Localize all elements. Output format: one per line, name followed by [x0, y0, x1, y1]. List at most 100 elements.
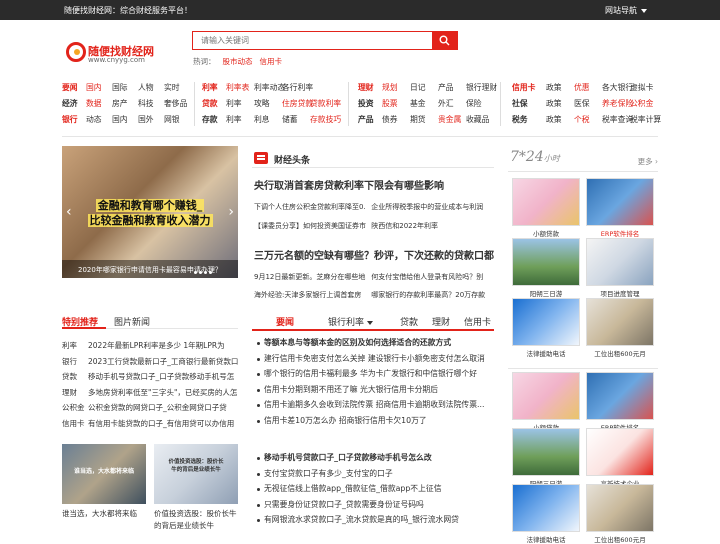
list-category[interactable]: 贷款 — [62, 371, 88, 382]
headline-sub[interactable]: 陕西信和2022年利率 — [371, 219, 486, 234]
nav-link[interactable]: 投资 — [358, 98, 378, 109]
site-logo[interactable]: 随便找财经网 www.cnyyg.com — [66, 42, 156, 66]
slider-next-icon[interactable]: › — [228, 204, 234, 220]
search-button[interactable] — [432, 32, 457, 49]
ad-card[interactable]: 阳朔三日游 — [512, 238, 580, 298]
list-title[interactable]: 公积金贷款的网贷口子_公积金网贷口子贷 — [88, 403, 227, 412]
list-item[interactable]: 公积金 公积金贷款的网贷口子_公积金网贷口子贷 — [62, 402, 238, 418]
nav-link[interactable]: 贷款利率 — [310, 98, 341, 109]
headline-sub[interactable]: 【课委员分享】如何投资美国证券市 — [254, 219, 369, 234]
nav-link[interactable]: 奢侈品 — [164, 98, 190, 109]
nav-link[interactable]: 政策 — [546, 82, 574, 93]
ad-card[interactable]: 工位出租600元月 — [586, 298, 654, 358]
news-item[interactable]: 建行信用卡免密支付怎么关掉 建设银行卡小额免密支付怎么取消 — [256, 353, 496, 369]
news-item[interactable]: 无视征信线上借款app_借款征信_借款app不上征信 — [256, 483, 496, 499]
nav-link[interactable]: 公积金 — [630, 98, 658, 109]
nav-link[interactable]: 规划 — [382, 82, 410, 93]
nav-link[interactable]: 股票 — [382, 98, 410, 109]
tab-finance[interactable]: 理财 — [432, 315, 450, 328]
nav-link[interactable]: 政策 — [546, 114, 574, 125]
nav-link[interactable]: 要闻 — [62, 82, 82, 93]
nav-link[interactable]: 产品 — [438, 82, 466, 93]
nav-link[interactable]: 理财 — [358, 82, 378, 93]
tab-picture-news[interactable]: 图片新闻 — [114, 315, 150, 328]
nav-link[interactable]: 优惠 — [574, 82, 602, 93]
ad-card[interactable]: 小额贷款 — [512, 178, 580, 238]
nav-link[interactable]: 各大银行 — [602, 82, 633, 93]
nav-link[interactable]: 个税 — [574, 114, 602, 125]
headline-sub[interactable]: 海外经验:天津多家银行上调首套房 — [254, 288, 369, 303]
nav-link[interactable]: 政策 — [546, 98, 574, 109]
hot-word[interactable]: 股市动态 — [223, 57, 253, 66]
list-title[interactable]: 2023工行贷款最新口子_工商银行最新贷款口 — [88, 357, 238, 366]
list-title[interactable]: 有信用卡能贷款的口子_有信用贷可以办信用 — [88, 419, 234, 428]
headline-sub[interactable]: 企业所得税季报中的营业成本与利润 — [371, 200, 486, 215]
news-item[interactable]: 信用卡分期到期不用还了嘛 光大银行信用卡分期后 — [256, 384, 496, 400]
ad-card[interactable]: 法律援助电话 — [512, 298, 580, 358]
nav-link[interactable]: 税务 — [512, 114, 542, 125]
nav-link[interactable]: 利率表 — [226, 82, 254, 93]
nav-link[interactable]: 银行 — [62, 114, 82, 125]
search-input[interactable] — [193, 32, 433, 49]
nav-link[interactable]: 国内 — [86, 82, 112, 93]
nav-link[interactable]: 科技 — [138, 98, 164, 109]
nav-link[interactable]: 国外 — [138, 114, 164, 125]
nav-link[interactable]: 收藏品 — [466, 114, 494, 125]
picture-item[interactable]: 谁当选，大水都将来临 谁当选，大水都将来临 — [62, 444, 146, 520]
nav-link[interactable]: 养老保险 — [602, 98, 633, 109]
list-item[interactable]: 理财 多地房贷利率低至"三字头"，已经买房的人怎 — [62, 387, 238, 403]
slider-prev-icon[interactable]: ‹ — [66, 204, 72, 220]
nav-link[interactable]: 房产 — [112, 98, 138, 109]
list-category[interactable]: 信用卡 — [62, 418, 88, 429]
more-link[interactable]: 更多 › — [638, 156, 658, 167]
nav-link[interactable]: 税率查询 — [602, 114, 633, 125]
ad-card[interactable]: 高新技术企业 — [586, 428, 654, 488]
nav-link[interactable]: 虚拟卡 — [630, 82, 658, 93]
nav-link[interactable]: 利率动态 — [254, 82, 285, 93]
news-item[interactable]: 信用卡差10万怎么办 招商银行信用卡欠10万了 — [256, 415, 496, 431]
nav-link[interactable]: 银行理财 — [466, 82, 497, 93]
nav-link[interactable]: 存款 — [202, 114, 222, 125]
tab-bank-rate[interactable]: 银行利率 — [328, 315, 373, 328]
tab-credit-card[interactable]: 信用卡 — [464, 315, 491, 328]
headline-title[interactable]: 三万元名额的空缺有哪些？秒评，下次还款的贷款口都 — [254, 250, 496, 264]
nav-link[interactable]: 利息 — [254, 114, 282, 125]
ad-card[interactable]: ERP软件排名 — [586, 372, 654, 432]
nav-link[interactable]: 动态 — [86, 114, 112, 125]
ad-card[interactable]: ERP软件排名 — [586, 178, 654, 238]
ad-card[interactable]: 项目进度管理 — [586, 238, 654, 298]
nav-link[interactable]: 产品 — [358, 114, 378, 125]
nav-link[interactable]: 存款技巧 — [310, 114, 341, 125]
headline-sub[interactable]: 9月12日最新更新。芝麻分在哪些地 — [254, 270, 369, 285]
news-item[interactable]: 信用卡逾期多久会收到法院传票 招商信用卡逾期收到法院传票... — [256, 399, 496, 415]
list-category[interactable]: 公积金 — [62, 402, 88, 413]
slider-dots[interactable] — [194, 267, 214, 276]
nav-link[interactable]: 国际 — [112, 82, 138, 93]
list-category[interactable]: 银行 — [62, 356, 88, 367]
list-item[interactable]: 银行 2023工行贷款最新口子_工商银行最新贷款口 — [62, 356, 238, 372]
nav-link[interactable]: 日记 — [410, 82, 438, 93]
nav-link[interactable]: 实时 — [164, 82, 190, 93]
nav-link[interactable]: 各行利率 — [282, 82, 313, 93]
list-category[interactable]: 利率 — [62, 340, 88, 351]
news-item[interactable]: 等额本息与等额本金的区别及如何选择适合的还款方式 — [256, 337, 496, 353]
nav-link[interactable]: 外汇 — [438, 98, 466, 109]
list-item[interactable]: 信用卡 有信用卡能贷款的口子_有信用贷可以办信用 — [62, 418, 238, 434]
nav-link[interactable]: 医保 — [574, 98, 602, 109]
headline-title[interactable]: 央行取消首套房贷款利率下限会有哪些影响 — [254, 180, 496, 194]
picture-item[interactable]: 价值投资选股：股价长牛的背后是业绩长牛 价值投资选股：股价长牛的背后是业绩长牛 — [154, 444, 238, 532]
tab-loan[interactable]: 贷款 — [400, 315, 418, 328]
list-item[interactable]: 利率 2022年最新LPR利率是多少 1年期LPR为 — [62, 340, 238, 356]
ad-card[interactable]: 小额贷款 — [512, 372, 580, 432]
nav-link[interactable]: 国内 — [112, 114, 138, 125]
list-category[interactable]: 理财 — [62, 387, 88, 398]
nav-link[interactable]: 利率 — [226, 98, 254, 109]
ad-card[interactable]: 阳朔三日游 — [512, 428, 580, 488]
headline-sub[interactable]: 哪家银行的存款利率最高？20万存款 — [371, 288, 486, 303]
nav-link[interactable]: 攻略 — [254, 98, 282, 109]
nav-link[interactable]: 贷款 — [202, 98, 222, 109]
nav-link[interactable]: 税率计算 — [630, 114, 661, 125]
site-nav-dropdown[interactable]: 网站导航 — [605, 5, 647, 16]
nav-link[interactable]: 信用卡 — [512, 82, 542, 93]
nav-link[interactable]: 经济 — [62, 98, 82, 109]
